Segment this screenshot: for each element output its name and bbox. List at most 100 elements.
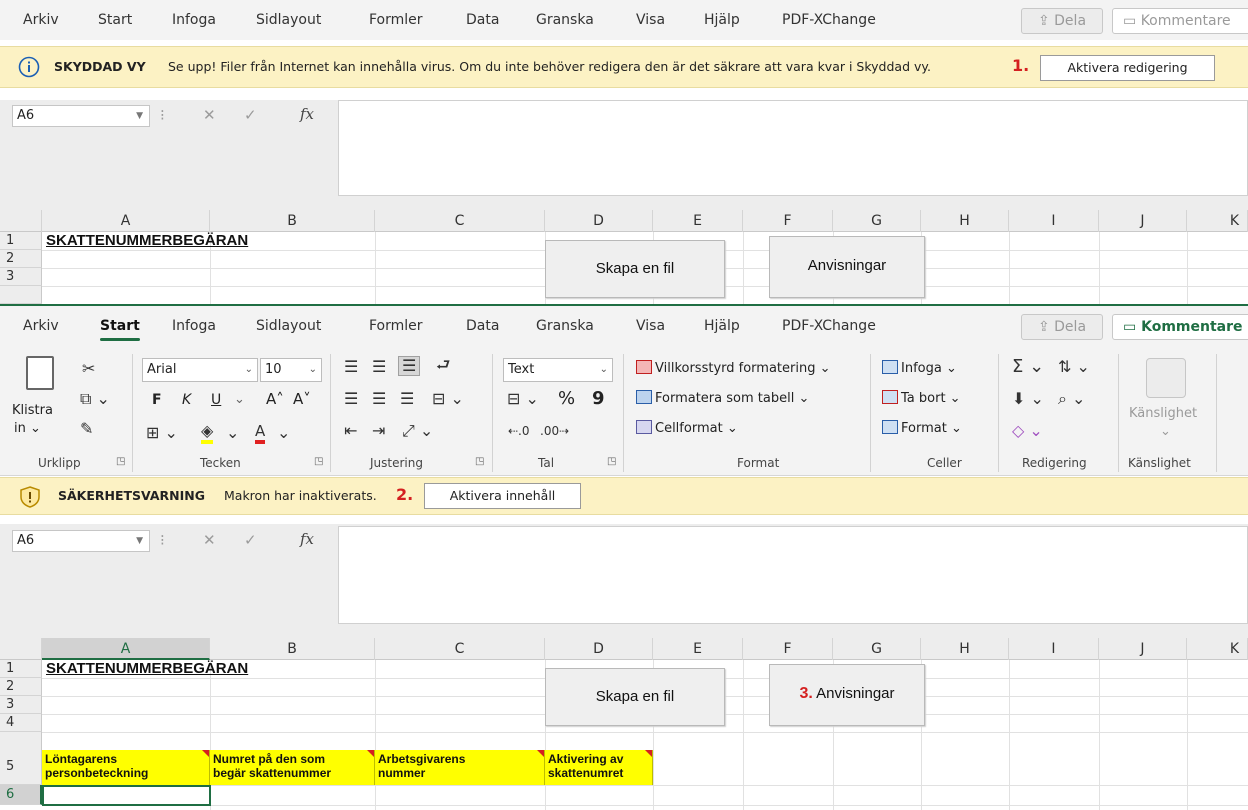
enter-icon[interactable]: ✓	[244, 531, 257, 549]
col-header-j[interactable]: J	[1099, 210, 1187, 232]
row-header-3[interactable]: 3	[0, 696, 42, 714]
decrease-decimal-icon[interactable]: .00⇢	[540, 422, 569, 440]
col-header-c[interactable]: C	[375, 210, 545, 232]
underline-dropdown-icon[interactable]: ⌄	[234, 392, 245, 407]
col-header-j[interactable]: J	[1099, 638, 1187, 660]
select-all-corner[interactable]	[0, 638, 42, 660]
merge-center-icon[interactable]: ⊟ ⌄	[432, 390, 464, 408]
col-header-c[interactable]: C	[375, 638, 545, 660]
fill-icon[interactable]: ⬇ ⌄	[1012, 390, 1044, 408]
share-button[interactable]: ⇪ Dela	[1021, 314, 1103, 340]
font-color-icon[interactable]: A	[255, 422, 266, 444]
grow-font-button[interactable]: A˄	[266, 390, 284, 408]
select-all-corner[interactable]	[0, 210, 42, 232]
tab-hjalp[interactable]: Hjälp	[704, 306, 740, 346]
comment-button[interactable]: ▭ Kommentare	[1112, 314, 1248, 340]
sort-filter-icon[interactable]: ⇅ ⌄	[1058, 358, 1090, 376]
sheet-title-cell[interactable]: SKATTENUMMERBEGÄRAN	[46, 660, 248, 677]
italic-button[interactable]: K	[182, 392, 191, 408]
header-cell-activation[interactable]: Aktivering av skattenumret	[545, 750, 653, 785]
conditional-formatting-button[interactable]: Villkorsstyrd formatering ⌄	[636, 360, 831, 376]
cell-styles-button[interactable]: Cellformat ⌄	[636, 420, 738, 436]
align-middle-icon[interactable]: ☰	[372, 358, 386, 376]
col-header-b[interactable]: B	[210, 638, 375, 660]
create-file-button[interactable]: Skapa en fil	[545, 668, 725, 726]
shrink-font-button[interactable]: A˅	[293, 390, 311, 408]
comma-button[interactable]: 9	[592, 388, 605, 409]
tab-infoga[interactable]: Infoga	[172, 306, 216, 346]
dialog-launcher-icon[interactable]: ◳	[314, 456, 323, 467]
col-header-a[interactable]: A	[42, 210, 210, 232]
insert-cells-button[interactable]: Infoga ⌄	[882, 360, 957, 376]
align-bottom-icon[interactable]: ☰	[398, 356, 421, 376]
row-header-6-selected[interactable]: 6	[0, 785, 42, 805]
tab-pdf-xchange[interactable]: PDF-XChange	[782, 0, 876, 40]
orientation-icon[interactable]: ⤢ ⌄	[402, 422, 433, 440]
tab-visa[interactable]: Visa	[636, 306, 665, 346]
tab-granska[interactable]: Granska	[536, 306, 594, 346]
tab-start-active[interactable]: Start	[100, 306, 140, 346]
col-header-i[interactable]: I	[1009, 638, 1099, 660]
instructions-button[interactable]: 3. Anvisningar	[769, 664, 925, 726]
sensitivity-button[interactable]: Känslighet	[1129, 406, 1197, 421]
row-header-4[interactable]: 4	[0, 714, 42, 732]
row-header-5[interactable]: 5	[0, 732, 42, 785]
cut-icon[interactable]: ✂	[82, 360, 95, 378]
increase-decimal-icon[interactable]: ⇠.0	[508, 422, 530, 440]
tab-infoga[interactable]: Infoga	[172, 0, 216, 40]
comment-button[interactable]: ▭ Kommentare	[1112, 8, 1248, 34]
format-painter-icon[interactable]: ✎	[80, 420, 93, 438]
tab-granska[interactable]: Granska	[536, 0, 594, 40]
row-header-1[interactable]: 1	[0, 660, 42, 678]
underline-button[interactable]: U	[211, 392, 221, 408]
enable-content-button[interactable]: Aktivera innehåll	[424, 483, 581, 509]
tab-data[interactable]: Data	[466, 0, 499, 40]
tab-formler[interactable]: Formler	[369, 0, 423, 40]
col-header-f[interactable]: F	[743, 638, 833, 660]
col-header-g[interactable]: G	[833, 638, 921, 660]
create-file-button[interactable]: Skapa en fil	[545, 240, 725, 298]
format-as-table-button[interactable]: Formatera som tabell ⌄	[636, 390, 809, 406]
paste-in-label[interactable]: in ⌄	[14, 421, 41, 436]
col-header-d[interactable]: D	[545, 210, 653, 232]
col-header-b[interactable]: B	[210, 210, 375, 232]
delete-cells-button[interactable]: Ta bort ⌄	[882, 390, 961, 406]
tab-sidlayout[interactable]: Sidlayout	[256, 0, 321, 40]
tab-sidlayout[interactable]: Sidlayout	[256, 306, 321, 346]
name-box[interactable]: A6 ▼	[12, 530, 150, 552]
bold-button[interactable]: F	[152, 392, 162, 408]
col-header-i[interactable]: I	[1009, 210, 1099, 232]
find-icon[interactable]: ⌕ ⌄	[1058, 390, 1085, 408]
paste-button[interactable]: Klistra	[12, 403, 53, 418]
share-button[interactable]: ⇪ Dela	[1021, 8, 1103, 34]
enable-editing-button[interactable]: Aktivera redigering	[1040, 55, 1215, 81]
accounting-format-icon[interactable]: ⊟ ⌄	[507, 390, 539, 408]
font-color-dropdown-icon[interactable]: ⌄	[277, 424, 290, 442]
row-header-2[interactable]: 2	[0, 250, 42, 268]
tab-formler[interactable]: Formler	[369, 306, 423, 346]
fill-color-icon[interactable]: ◈	[201, 422, 214, 444]
cancel-icon[interactable]: ✕	[203, 531, 216, 549]
percent-button[interactable]: %	[558, 388, 575, 409]
sensitivity-dropdown-icon[interactable]: ⌄	[1160, 424, 1171, 439]
header-cell-employee-id[interactable]: Löntagarens personbeteckning	[42, 750, 210, 785]
increase-indent-icon[interactable]: ⇥	[372, 422, 385, 440]
tab-pdf-xchange[interactable]: PDF-XChange	[782, 306, 876, 346]
row-header-1[interactable]: 1	[0, 232, 42, 250]
row-header-2[interactable]: 2	[0, 678, 42, 696]
clear-icon[interactable]: ◇ ⌄	[1012, 422, 1043, 440]
col-header-f[interactable]: F	[743, 210, 833, 232]
fill-color-dropdown-icon[interactable]: ⌄	[226, 424, 239, 442]
tab-arkiv[interactable]: Arkiv	[23, 306, 59, 346]
col-header-e[interactable]: E	[653, 638, 743, 660]
row-header-3[interactable]: 3	[0, 268, 42, 286]
formula-bar-input[interactable]	[338, 526, 1248, 624]
dialog-launcher-icon[interactable]: ◳	[607, 456, 616, 467]
borders-icon[interactable]: ⊞ ⌄	[146, 424, 178, 442]
align-top-icon[interactable]: ☰	[344, 358, 358, 376]
col-header-d[interactable]: D	[545, 638, 653, 660]
tab-data[interactable]: Data	[466, 306, 499, 346]
tab-visa[interactable]: Visa	[636, 0, 665, 40]
copy-icon[interactable]: ⧉ ⌄	[80, 390, 110, 408]
align-center-icon[interactable]: ☰	[372, 390, 386, 408]
